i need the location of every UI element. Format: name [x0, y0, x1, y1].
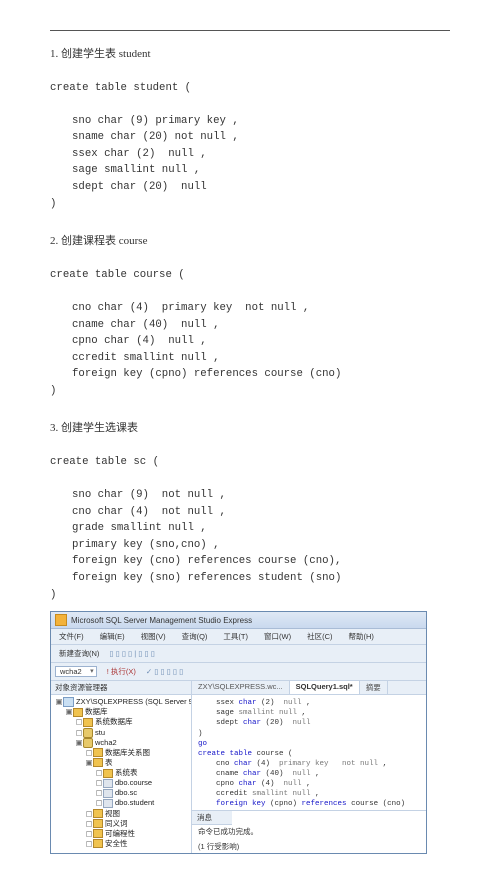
code-line: cno char (4) not null ,	[72, 506, 226, 518]
code-line: create table student (	[50, 82, 191, 94]
menu-tools[interactable]: 工具(T)	[219, 630, 252, 643]
ide-title: Microsoft SQL Server Management Studio E…	[71, 616, 252, 625]
code-line: sdept char (20) null	[72, 181, 207, 193]
code-line: )	[50, 198, 56, 210]
code-line: )	[50, 385, 56, 397]
code-line: ssex char (2) null ,	[72, 148, 207, 160]
menu-help[interactable]: 帮助(H)	[345, 630, 378, 643]
ssms-window: Microsoft SQL Server Management Studio E…	[50, 611, 427, 854]
message-line-2: (1 行受影响)	[198, 842, 420, 853]
menu-window[interactable]: 窗口(W)	[260, 630, 295, 643]
tree-db-wcha2[interactable]: wcha2	[95, 738, 117, 747]
tree-db-stu[interactable]: stu	[95, 728, 105, 737]
ide-toolbar-2: wcha2 ! 执行(X) ✓ ▯ ▯ ▯ ▯ ▯	[51, 663, 426, 681]
tree-synonyms[interactable]: 同义词	[105, 819, 128, 828]
menu-view[interactable]: 视图(V)	[137, 630, 170, 643]
database-combo[interactable]: wcha2	[55, 666, 97, 677]
new-query-button[interactable]: 新建查询(N)	[55, 647, 103, 660]
code-line: )	[50, 589, 56, 601]
tree-views[interactable]: 视图	[105, 809, 120, 818]
ide-titlebar: Microsoft SQL Server Management Studio E…	[51, 612, 426, 629]
messages-body: 命令已成功完成。 (1 行受影响)	[192, 825, 426, 854]
code-line: sno char (9) primary key ,	[72, 115, 239, 127]
code-line: ccredit smallint null ,	[72, 352, 220, 364]
ide-menubar: 文件(F) 编辑(E) 视图(V) 查询(Q) 工具(T) 窗口(W) 社区(C…	[51, 629, 426, 645]
ssms-icon	[55, 614, 67, 626]
tree-security[interactable]: 安全性	[105, 839, 128, 848]
execute-button[interactable]: ! 执行(X)	[103, 665, 140, 678]
tab-1[interactable]: ZXY\SQLEXPRESS.wc...	[192, 681, 290, 694]
object-explorer-title: 对象资源管理器	[51, 681, 191, 695]
sql-editor[interactable]: ssex char (2) null , sage smallint null …	[192, 695, 426, 810]
code-line: create table sc (	[50, 456, 159, 468]
code-line: foreign key (sno) references student (sn…	[72, 572, 341, 584]
tab-3[interactable]: 摘要	[360, 681, 388, 694]
section-3-title: 3. 创建学生选课表	[50, 419, 450, 435]
tree-tbl-student[interactable]: dbo.student	[115, 798, 154, 807]
toolbar-icons: ▯ ▯ ▯ ▯ | ▯ ▯ ▯	[109, 649, 154, 658]
tree-tables[interactable]: 表	[105, 758, 113, 767]
code-line: create table course (	[50, 269, 185, 281]
code-line: sno char (9) not null ,	[72, 489, 226, 501]
messages-pane: 消息 命令已成功完成。 (1 行受影响)	[192, 810, 426, 853]
tree-tbl-sc[interactable]: dbo.sc	[115, 788, 137, 797]
tree-sysdb[interactable]: 系统数据库	[95, 717, 133, 726]
code-line: grade smallint null ,	[72, 522, 207, 534]
message-line-1: 命令已成功完成。	[198, 827, 420, 838]
tab-2[interactable]: SQLQuery1.sql*	[290, 681, 360, 694]
tree-systables[interactable]: 系统表	[115, 768, 138, 777]
menu-query[interactable]: 查询(Q)	[178, 630, 212, 643]
ide-toolbar-1: 新建查询(N) ▯ ▯ ▯ ▯ | ▯ ▯ ▯	[51, 645, 426, 663]
tree-diagrams[interactable]: 数据库关系图	[105, 748, 150, 757]
execute-label: 执行(X)	[111, 667, 136, 676]
code-line: foreign key (cpno) references course (cn…	[72, 368, 341, 380]
editor-tabs: ZXY\SQLEXPRESS.wc... SQLQuery1.sql* 摘要	[192, 681, 426, 695]
code-block-1: create table student ( sno char (9) prim…	[50, 63, 450, 212]
toolbar-icons-2: ✓ ▯ ▯ ▯ ▯ ▯	[146, 667, 183, 676]
object-explorer: 对象资源管理器 ▣ZXY\SQLEXPRESS (SQL Server 9.0.…	[51, 681, 192, 853]
code-line: cpno char (4) null ,	[72, 335, 207, 347]
code-line: cno char (4) primary key not null ,	[72, 302, 309, 314]
tree-tbl-course[interactable]: dbo.course	[115, 778, 152, 787]
tree-databases[interactable]: 数据库	[85, 707, 108, 716]
section-1-title: 1. 创建学生表 student	[50, 45, 450, 61]
tree-programmability[interactable]: 可编程性	[105, 829, 135, 838]
code-line: sname char (20) not null ,	[72, 131, 239, 143]
code-line: foreign key (cno) references course (cno…	[72, 555, 341, 567]
code-block-3: create table sc ( sno char (9) not null …	[50, 437, 450, 603]
top-rule	[50, 30, 450, 31]
ide-main-area: ZXY\SQLEXPRESS.wc... SQLQuery1.sql* 摘要 s…	[192, 681, 426, 853]
menu-file[interactable]: 文件(F)	[55, 630, 88, 643]
code-line: sage smallint null ,	[72, 164, 200, 176]
code-line: primary key (sno,cno) ,	[72, 539, 220, 551]
menu-community[interactable]: 社区(C)	[303, 630, 336, 643]
section-2-title: 2. 创建课程表 course	[50, 232, 450, 248]
messages-tab[interactable]: 消息	[192, 811, 232, 825]
code-block-2: create table course ( cno char (4) prima…	[50, 250, 450, 399]
object-explorer-tree[interactable]: ▣ZXY\SQLEXPRESS (SQL Server 9.0.4035 - ▣…	[51, 695, 191, 853]
tree-server[interactable]: ZXY\SQLEXPRESS (SQL Server 9.0.4035 -	[76, 697, 191, 706]
tab-2-label: SQLQuery1.sql*	[296, 682, 353, 691]
menu-edit[interactable]: 编辑(E)	[96, 630, 129, 643]
code-line: cname char (40) null ,	[72, 319, 220, 331]
